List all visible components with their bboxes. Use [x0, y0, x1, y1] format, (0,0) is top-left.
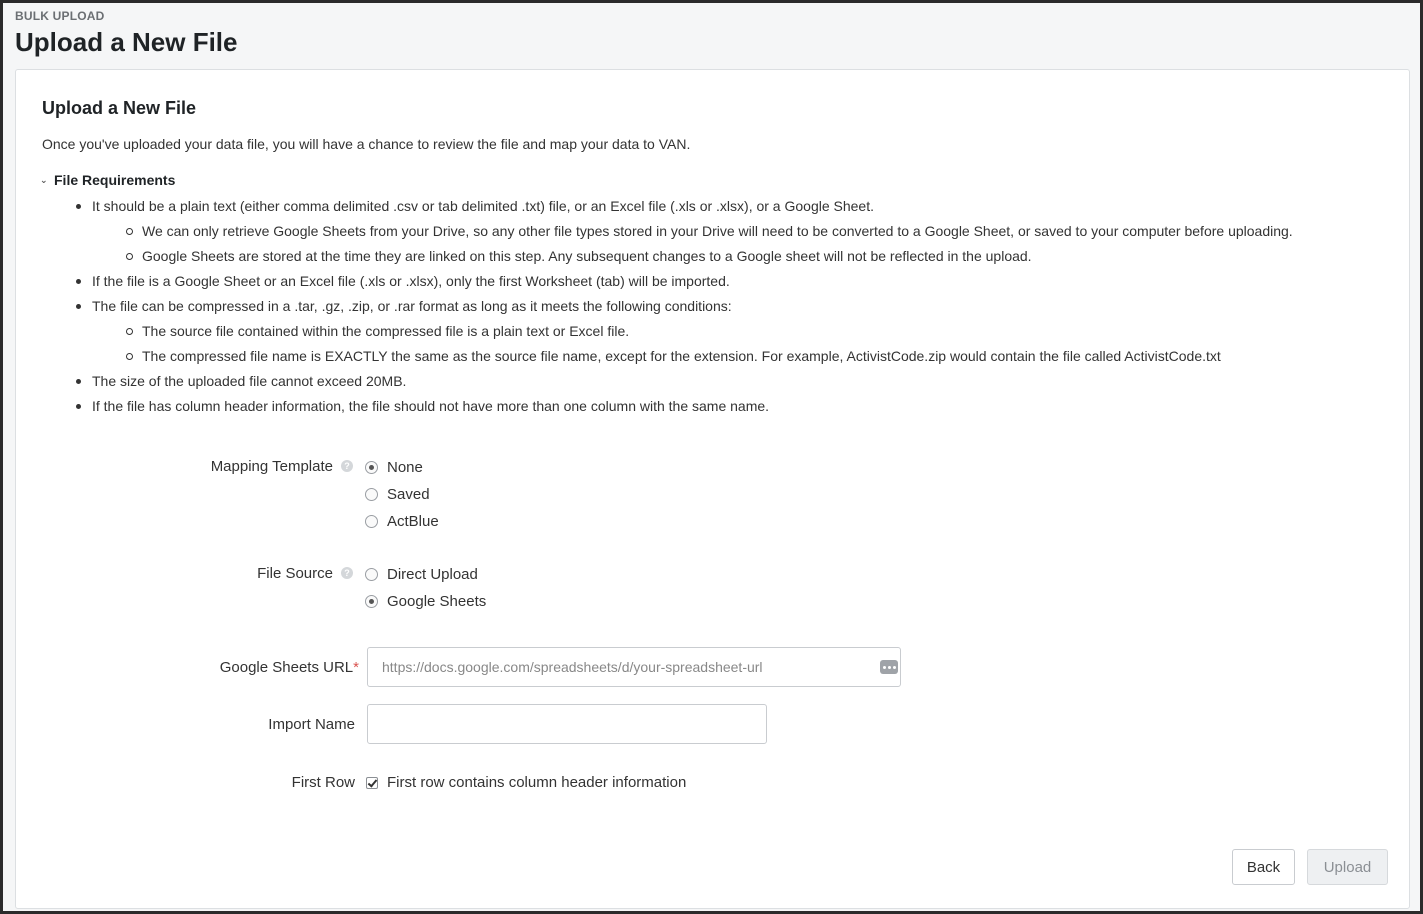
upload-card: Upload a New File Once you've uploaded y… [15, 69, 1410, 909]
page-frame: BULK UPLOAD Upload a New File Upload a N… [3, 3, 1420, 911]
help-icon[interactable]: ? [341, 460, 353, 472]
radio-button[interactable] [365, 595, 378, 608]
requirement-item: If the file is a Google Sheet or an Exce… [76, 269, 1396, 294]
file-source-label: File Source [257, 565, 333, 582]
upload-button[interactable]: Upload [1307, 849, 1388, 885]
requirement-subitem: The source file contained within the com… [76, 319, 1396, 344]
file-source-option-direct-upload[interactable]: Direct Upload [365, 566, 478, 583]
breadcrumb: BULK UPLOAD [15, 9, 105, 23]
google-sheets-url-label-text: Google Sheets URL [219, 659, 354, 676]
first-row-checkbox[interactable] [366, 776, 378, 789]
intro-text: Once you've uploaded your data file, you… [42, 136, 691, 152]
radio-label: None [387, 459, 423, 476]
radio-label: Google Sheets [387, 593, 487, 610]
file-source-option-google-sheets[interactable]: Google Sheets [365, 593, 486, 610]
import-name-label: Import Name [268, 716, 355, 733]
radio-button[interactable] [365, 461, 378, 474]
card-title: Upload a New File [42, 98, 197, 118]
first-row-checkbox-row[interactable]: First row contains column header informa… [366, 774, 686, 791]
radio-label: ActBlue [387, 513, 439, 530]
mapping-template-option-none[interactable]: None [365, 459, 423, 476]
requirement-item: It should be a plain text (either comma … [76, 194, 1396, 219]
requirement-item: The file can be compressed in a .tar, .g… [76, 294, 1396, 319]
page-title: Upload a New File [15, 27, 238, 57]
radio-button[interactable] [365, 488, 378, 501]
page-header: BULK UPLOAD Upload a New File [15, 9, 238, 58]
mapping-template-label: Mapping Template [210, 458, 333, 475]
radio-button[interactable] [365, 568, 378, 581]
first-row-checkbox-label: First row contains column header informa… [387, 774, 687, 791]
more-options-icon[interactable] [880, 660, 898, 674]
requirement-item: If the file has column header informatio… [76, 394, 1396, 419]
help-icon[interactable]: ? [341, 567, 353, 579]
required-mark: * [353, 659, 359, 676]
file-requirements-label: File Requirements [54, 172, 176, 188]
requirement-item: The size of the uploaded file cannot exc… [76, 369, 1396, 394]
google-sheets-url-input[interactable] [367, 647, 901, 687]
radio-button[interactable] [365, 515, 378, 528]
google-sheets-url-label: Google Sheets URL* [196, 659, 359, 676]
radio-label: Direct Upload [387, 566, 478, 583]
radio-label: Saved [387, 486, 430, 503]
mapping-template-option-saved[interactable]: Saved [365, 486, 430, 503]
file-requirements-toggle[interactable]: ⌄ File Requirements [40, 172, 175, 188]
back-button[interactable]: Back [1232, 849, 1295, 885]
first-row-label: First Row [291, 774, 355, 791]
import-name-input[interactable] [367, 704, 767, 744]
requirement-subitem: We can only retrieve Google Sheets from … [76, 219, 1396, 244]
mapping-template-option-actblue[interactable]: ActBlue [365, 513, 439, 530]
requirements-list: It should be a plain text (either comma … [76, 194, 1396, 419]
requirement-subitem: The compressed file name is EXACTLY the … [76, 344, 1396, 369]
chevron-down-icon: ⌄ [40, 174, 48, 185]
requirement-subitem: Google Sheets are stored at the time the… [76, 244, 1396, 269]
